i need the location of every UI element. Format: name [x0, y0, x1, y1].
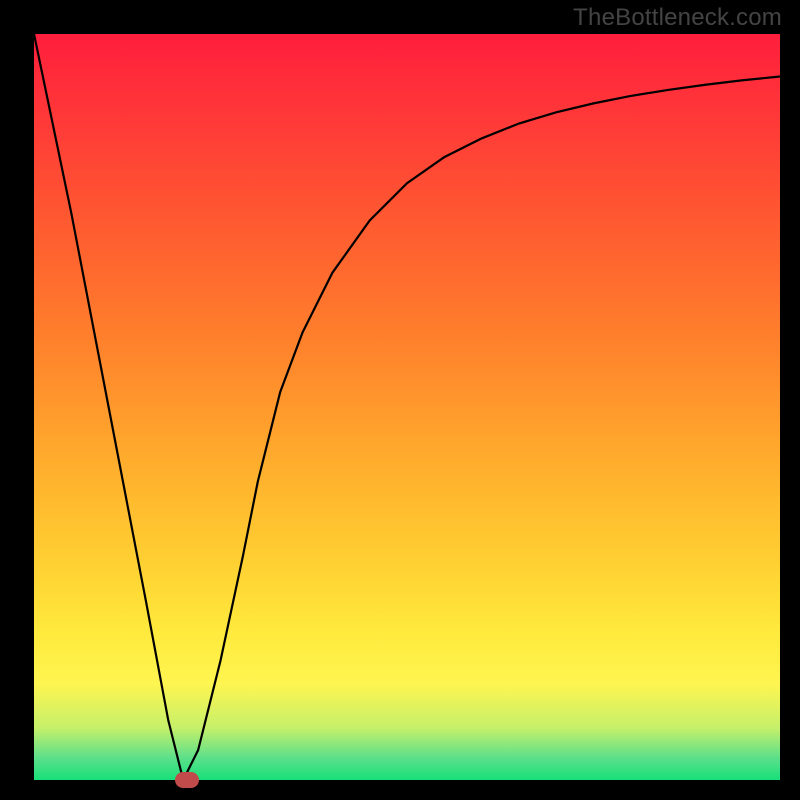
chart-frame: TheBottleneck.com — [0, 0, 800, 800]
watermark-text: TheBottleneck.com — [573, 4, 782, 32]
optimal-point-marker — [175, 772, 199, 788]
bottleneck-curve — [34, 34, 780, 780]
curve-svg — [34, 34, 780, 780]
plot-area — [34, 34, 780, 780]
